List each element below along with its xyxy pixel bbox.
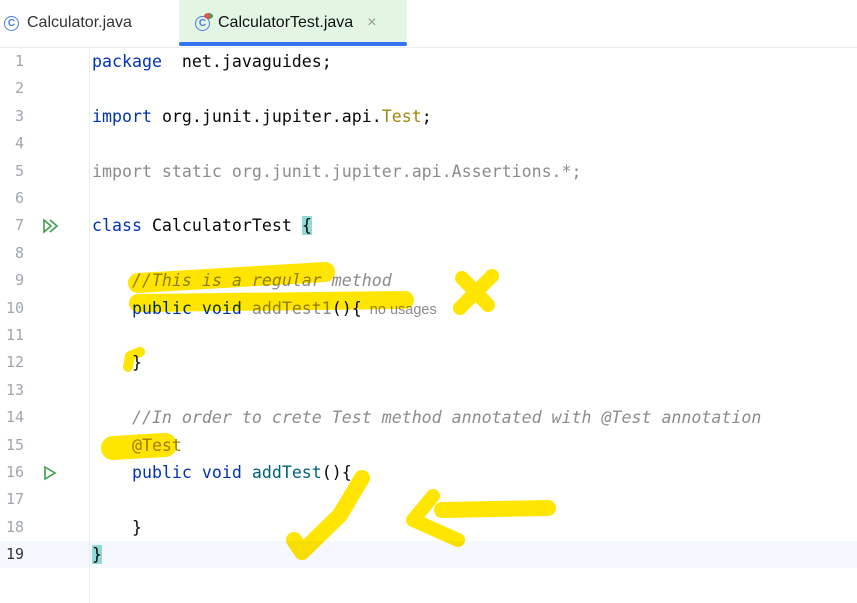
code-token: (){ <box>331 298 362 318</box>
code-line[interactable]: 5 import static org.junit.jupiter.api.Ass… <box>0 158 857 185</box>
line-number[interactable]: 14 <box>0 404 24 431</box>
code-line[interactable]: 10 public void addTest1(){ no usages <box>0 295 857 322</box>
code-text: public void addTest(){ <box>92 459 352 486</box>
code-line[interactable]: 1 package net.javaguides; <box>0 48 857 75</box>
code-line[interactable]: 6 <box>0 185 857 212</box>
code-token: } <box>92 545 102 565</box>
line-number[interactable]: 19 <box>0 541 24 568</box>
code-token: public void <box>92 463 252 482</box>
code-text: class CalculatorTest { <box>92 212 312 239</box>
code-token: class <box>92 216 142 236</box>
line-number[interactable]: 1 <box>0 48 24 75</box>
code-line[interactable]: 7 class CalculatorTest { <box>0 212 857 239</box>
line-number[interactable]: 4 <box>0 130 24 157</box>
test-class-icon: C <box>195 12 213 31</box>
code-token: import <box>92 106 152 126</box>
code-token: org.junit.jupiter.api. <box>151 106 382 126</box>
code-text: } <box>92 514 142 541</box>
gutter-divider <box>89 48 90 603</box>
code-line[interactable]: 13 <box>0 377 857 404</box>
tab-calculatortest-java[interactable]: C CalculatorTest.java × <box>179 0 407 46</box>
code-token: addTest <box>251 463 322 482</box>
code-text: public void addTest1(){ no usages <box>92 295 437 324</box>
code-line[interactable]: 3 import org.junit.jupiter.api.Test; <box>0 103 857 130</box>
line-number[interactable]: 15 <box>0 432 24 459</box>
code-token: //In order to crete Test method annotate… <box>92 408 762 428</box>
code-text: import static org.junit.jupiter.api.Asse… <box>92 158 582 185</box>
code-line[interactable]: 12 } <box>0 349 857 376</box>
tab-label: Calculator.java <box>27 14 132 31</box>
run-test-icon[interactable] <box>42 459 60 486</box>
code-token: { <box>301 216 312 236</box>
line-number[interactable]: 10 <box>0 295 24 322</box>
editor-tab-bar: C Calculator.java C CalculatorTest.java … <box>0 0 857 48</box>
close-tab-icon[interactable]: × <box>367 14 376 32</box>
line-number[interactable]: 16 <box>0 459 24 486</box>
code-token: public void <box>92 298 252 318</box>
code-text: //In order to crete Test method annotate… <box>92 404 761 431</box>
code-token: //This is a regular method <box>92 271 392 291</box>
line-number[interactable]: 7 <box>0 212 24 239</box>
line-number[interactable]: 8 <box>0 240 24 267</box>
code-line[interactable]: 11 <box>0 322 857 349</box>
code-token: } <box>92 517 142 537</box>
class-icon: C <box>4 15 19 31</box>
code-text: package net.javaguides; <box>92 48 332 75</box>
code-token: CalculatorTest <box>141 216 302 236</box>
code-line[interactable]: 8 <box>0 240 857 267</box>
line-number[interactable]: 2 <box>0 75 24 102</box>
code-line[interactable]: 14 //In order to crete Test method annot… <box>0 404 857 431</box>
line-number[interactable]: 3 <box>0 103 24 130</box>
line-number[interactable]: 9 <box>0 267 24 294</box>
code-token: package <box>92 52 162 71</box>
run-all-icon[interactable] <box>42 212 60 239</box>
code-text: @Test <box>92 432 182 459</box>
tab-label: CalculatorTest.java <box>218 14 354 31</box>
line-number[interactable]: 18 <box>0 514 24 541</box>
tab-calculator-java[interactable]: C Calculator.java <box>4 0 132 46</box>
code-token: addTest1 <box>251 298 332 318</box>
code-token: } <box>92 353 142 373</box>
line-number[interactable]: 11 <box>0 322 24 349</box>
code-token: (){ <box>321 463 352 482</box>
code-line[interactable]: 16 public void addTest(){ <box>0 459 857 486</box>
line-number[interactable]: 12 <box>0 349 24 376</box>
code-line[interactable]: 4 <box>0 130 857 157</box>
code-line[interactable]: 2 <box>0 75 857 102</box>
line-number[interactable]: 13 <box>0 377 24 404</box>
line-number[interactable]: 5 <box>0 158 24 185</box>
usage-hint: no usages <box>369 301 437 318</box>
code-text: } <box>92 541 102 568</box>
code-text: } <box>92 349 142 376</box>
code-text: //This is a regular method <box>92 267 392 294</box>
code-line[interactable]: 9 //This is a regular method <box>0 267 857 294</box>
code-text: import org.junit.jupiter.api.Test; <box>92 103 432 130</box>
code-token: Test <box>381 106 422 126</box>
code-line[interactable]: 15 @Test <box>0 432 857 459</box>
line-number[interactable]: 17 <box>0 486 24 513</box>
code-token: @Test <box>92 435 182 455</box>
line-number[interactable]: 6 <box>0 185 24 212</box>
code-token: import static org.junit.jupiter.api.Asse… <box>92 161 582 181</box>
code-line[interactable]: 18 } <box>0 514 857 541</box>
code-line[interactable]: 19} <box>0 541 857 569</box>
code-line[interactable]: 17 <box>0 486 857 513</box>
code-token: ; <box>421 106 432 126</box>
code-token: net.javaguides; <box>161 52 332 71</box>
